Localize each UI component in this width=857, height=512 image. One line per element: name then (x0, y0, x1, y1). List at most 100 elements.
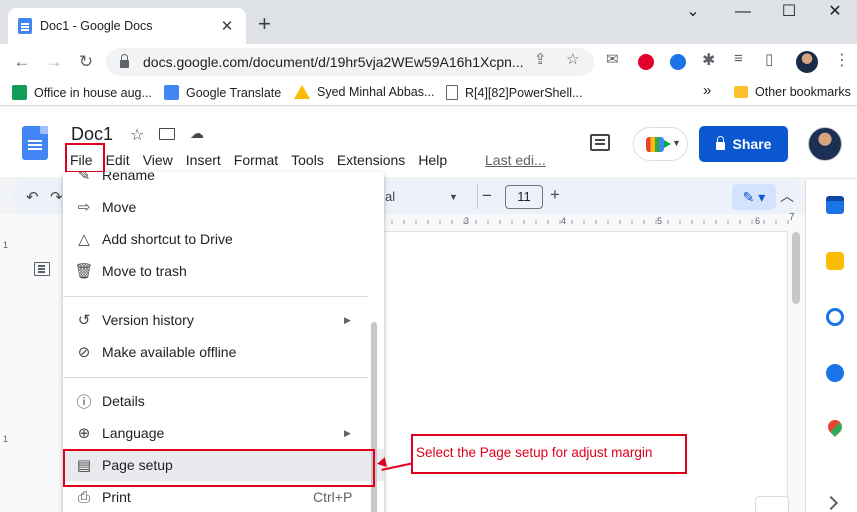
calendar-icon[interactable] (826, 196, 844, 214)
menu-item-add-shortcut[interactable]: △ Add shortcut to Drive (63, 223, 384, 255)
menu-format[interactable]: Format (234, 152, 278, 168)
document-title[interactable]: Doc1 (71, 124, 113, 145)
meet-button[interactable]: ▼ (633, 127, 688, 161)
lock-icon (715, 136, 725, 150)
menu-item-label: Make available offline (102, 344, 237, 360)
font-family-select[interactable]: al (385, 189, 395, 204)
address-bar[interactable]: docs.google.com/document/d/19hr5vja2WEw5… (106, 48, 594, 76)
adblock-extension-icon[interactable] (638, 54, 654, 70)
file-menu-highlight-box (65, 143, 105, 173)
new-tab-icon[interactable]: + (258, 13, 271, 35)
bookmark-item[interactable]: R[4][82]PowerShell... (446, 85, 582, 100)
share-page-icon[interactable]: ⇪ (534, 50, 547, 68)
puzzle-extensions-icon[interactable]: ✱ (702, 50, 715, 70)
menu-item-details[interactable]: ⓘ Details (63, 385, 384, 417)
bookmarks-bar: Office in house aug... Google Translate … (0, 80, 857, 106)
menu-item-label: Add shortcut to Drive (102, 231, 233, 247)
share-label: Share (732, 136, 772, 152)
ruler-mark: 4 (561, 216, 567, 226)
url-text: docs.google.com/document/d/19hr5vja2WEw5… (143, 54, 523, 70)
back-icon[interactable]: ← (10, 50, 34, 74)
ruler-mark: 1 (3, 240, 9, 250)
redo-icon[interactable]: ↷ (50, 188, 63, 206)
bookmark-item[interactable]: Office in house aug... (12, 85, 152, 100)
reload-icon[interactable]: ↻ (74, 50, 98, 74)
tab-close-icon[interactable]: ✕ (218, 17, 236, 35)
ruler-mark: 6 (755, 216, 761, 226)
annotation-arrow-head (376, 457, 387, 469)
docs-favicon-icon (18, 18, 32, 34)
menu-item-language[interactable]: ⊕ Language ▶ (63, 417, 384, 449)
document-outline-icon[interactable] (34, 262, 50, 276)
menu-divider (63, 377, 368, 378)
media-queue-icon[interactable]: ≡ (734, 50, 743, 67)
last-edit-link[interactable]: Last edi... (485, 152, 546, 168)
menu-item-version-history[interactable]: ↺ Version history ▶ (63, 304, 384, 336)
docs-logo-icon[interactable] (22, 126, 48, 160)
ruler-mark: 7 (789, 212, 795, 223)
decrease-font-size-button[interactable]: − (482, 186, 492, 206)
menu-view[interactable]: View (143, 152, 173, 168)
cloud-status-icon: ☁ (190, 125, 204, 141)
lock-icon (120, 54, 129, 68)
expand-panel-icon[interactable] (823, 495, 839, 511)
close-window-icon[interactable]: ✕ (812, 0, 857, 26)
menu-edit[interactable]: Edit (106, 152, 130, 168)
tasks-icon[interactable] (826, 308, 844, 326)
profile-avatar[interactable] (796, 51, 818, 73)
increase-font-size-button[interactable]: + (550, 185, 560, 205)
maps-icon[interactable] (825, 417, 845, 437)
toolbar-divider (477, 185, 478, 209)
side-panel-icon[interactable]: ▯ (765, 50, 773, 68)
bookmark-label: Syed Minhal Abbas... (317, 85, 435, 99)
menu-item-rename[interactable]: ✎ Rename (63, 172, 384, 191)
account-avatar[interactable] (808, 127, 842, 161)
menu-item-move[interactable]: ⇨ Move (63, 191, 384, 223)
menu-item-label: Version history (102, 312, 194, 328)
tab-title: Doc1 - Google Docs (40, 19, 153, 33)
trash-icon: 🗑 (74, 263, 94, 280)
minimize-icon[interactable]: — (720, 0, 766, 26)
menu-bar: File Edit View Insert Format Tools Exten… (70, 152, 460, 168)
collapse-menus-icon[interactable]: ︿ (780, 186, 794, 206)
info-icon: ⓘ (76, 393, 92, 411)
drive-icon (294, 85, 310, 99)
menu-insert[interactable]: Insert (186, 152, 221, 168)
browser-tab-strip: Doc1 - Google Docs ✕ + ⌄ — ☐ ✕ (0, 0, 857, 44)
sheets-icon (12, 85, 27, 100)
translate-icon (164, 85, 179, 100)
bookmark-label: R[4][82]PowerShell... (465, 85, 583, 100)
explore-button[interactable] (755, 496, 789, 512)
forward-icon[interactable]: → (42, 50, 66, 74)
mail-extension-icon[interactable]: ✉ (606, 50, 619, 68)
keep-icon[interactable] (826, 252, 844, 270)
maximize-icon[interactable]: ☐ (766, 0, 812, 26)
bookmark-label: Google Translate (186, 85, 282, 100)
comment-history-icon[interactable] (590, 134, 610, 151)
editing-mode-button[interactable]: ✎ ▾ (732, 184, 776, 210)
contacts-icon[interactable] (826, 364, 844, 382)
font-size-input[interactable]: 11 (505, 185, 543, 209)
rename-icon: ✎ (77, 172, 91, 184)
menu-item-move-to-trash[interactable]: 🗑 Move to trash (63, 255, 384, 287)
bookmark-item[interactable]: Syed Minhal Abbas... (294, 85, 434, 99)
other-bookmarks[interactable]: Other bookmarks (734, 85, 851, 99)
tab-search-icon[interactable]: ⌄ (670, 0, 716, 26)
bookmark-star-icon[interactable]: ☆ (566, 50, 579, 68)
chrome-menu-icon[interactable]: ⋮ (834, 50, 850, 70)
menu-help[interactable]: Help (418, 152, 447, 168)
move-folder-icon[interactable] (159, 128, 175, 140)
bookmark-item[interactable]: Google Translate (164, 85, 281, 100)
extension-icon[interactable] (670, 54, 686, 70)
menu-tools[interactable]: Tools (291, 152, 324, 168)
menu-extensions[interactable]: Extensions (337, 152, 405, 168)
share-button[interactable]: Share (699, 126, 788, 162)
menu-item-offline[interactable]: ⊘ Make available offline (63, 336, 384, 368)
star-icon[interactable]: ☆ (130, 125, 144, 145)
document-scrollbar[interactable] (792, 232, 800, 304)
browser-tab[interactable]: Doc1 - Google Docs ✕ (8, 8, 246, 44)
font-dropdown-chevron-icon[interactable]: ▼ (449, 192, 458, 202)
bookmarks-overflow-icon[interactable]: » (703, 82, 711, 99)
submenu-arrow-icon: ▶ (344, 314, 351, 325)
undo-icon[interactable]: ↶ (26, 188, 39, 206)
